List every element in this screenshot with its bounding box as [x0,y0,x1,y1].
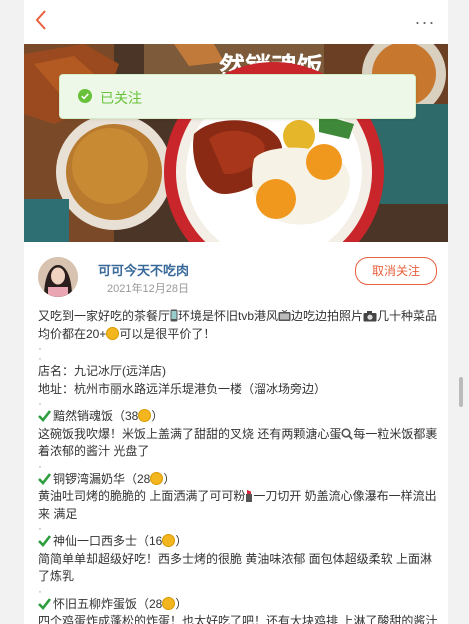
camera-icon [363,311,377,322]
back-button[interactable] [30,8,54,32]
unfollow-button[interactable]: 取消关注 [355,257,437,285]
top-bar: ··· [24,0,448,45]
dish-description: 黄油吐司烤的脆脆的 上面洒满了可可粉 一刀切开 奶盖流心像瀑布一样流出来 满足 [38,489,437,521]
left-gutter [0,0,24,624]
check-mark-icon [38,410,51,422]
dish-title: 黯然销魂饭（38） [38,408,438,426]
dish-description: 这碗饭我吹爆！米饭上盖满了甜甜的叉烧 还有两颗溏心蛋 每一粒米饭都裹着浓郁的酱汁 … [38,426,438,459]
check-mark-icon [38,597,51,610]
success-check-icon [78,89,92,103]
dish-title: 怀旧五柳炸蛋饭（28） [38,596,438,614]
post-date: 2021年12月28日 [107,283,189,295]
coin-icon [150,471,164,485]
phone-icon [170,309,178,322]
scrollbar-handle[interactable] [459,377,463,407]
coin-icon [162,596,176,610]
separator-dot: · [38,585,42,596]
post-intro: 又吃到一家好吃的茶餐厅 环境是怀旧tvb港风 边吃边拍照片 几十种菜品均价都在20+ 可… [38,309,438,341]
author-name[interactable]: 可可今天不吃肉 [98,260,189,279]
followed-toast: 已关注 [59,74,416,119]
coin-icon [106,326,120,340]
shop-address: 地址：杭州市丽水路远洋乐堤港负一楼（溜冰场旁边） [38,381,327,396]
dish-title: 铜锣湾漏奶华（28） [38,471,438,489]
post-body: 又吃到一家好吃的茶餐厅 环境是怀旧tvb港风 边吃边拍照片 几十种菜品均价都在20+ 可… [38,308,438,624]
tv-icon [278,310,291,321]
dish-description: 简简单单却超级好吃！西多士烤的很脆 黄油味浓郁 面包体超级柔软 上面淋了炼乳 [38,551,433,584]
separator-dot: · [38,353,42,363]
separator-dot: · [38,398,42,408]
toast-message: 已关注 [100,90,142,106]
avatar-portrait [38,257,78,297]
coin-icon [162,534,176,547]
right-gutter [448,0,469,624]
author-row: 可可今天不吃肉 2021年12月28日 取消关注 [24,252,448,302]
dish-title: 神仙一口西多士（16） [38,533,438,551]
coin-icon [138,409,152,422]
separator-dot: · [38,523,42,533]
ellipsis-icon: ··· [414,12,436,32]
shop-name: 店名：九记冰厅(远洋店) [38,364,166,378]
dish-description: 四个鸡蛋炸成蓬松的炸蛋！也太好吃了吧！还有大块鸡排 上淋了酸甜的酱汁 太合我胃口… [38,614,438,624]
check-mark-icon [38,535,51,547]
chevron-left-icon [35,10,46,30]
separator-dot: · [38,343,42,353]
avatar[interactable] [38,257,78,297]
magnifier-icon [341,427,354,440]
check-mark-icon [38,472,51,485]
post-detail-view: ··· 然销魂饭 [24,0,448,624]
separator-dot: · [38,460,42,471]
more-options-button[interactable]: ··· [410,10,440,34]
